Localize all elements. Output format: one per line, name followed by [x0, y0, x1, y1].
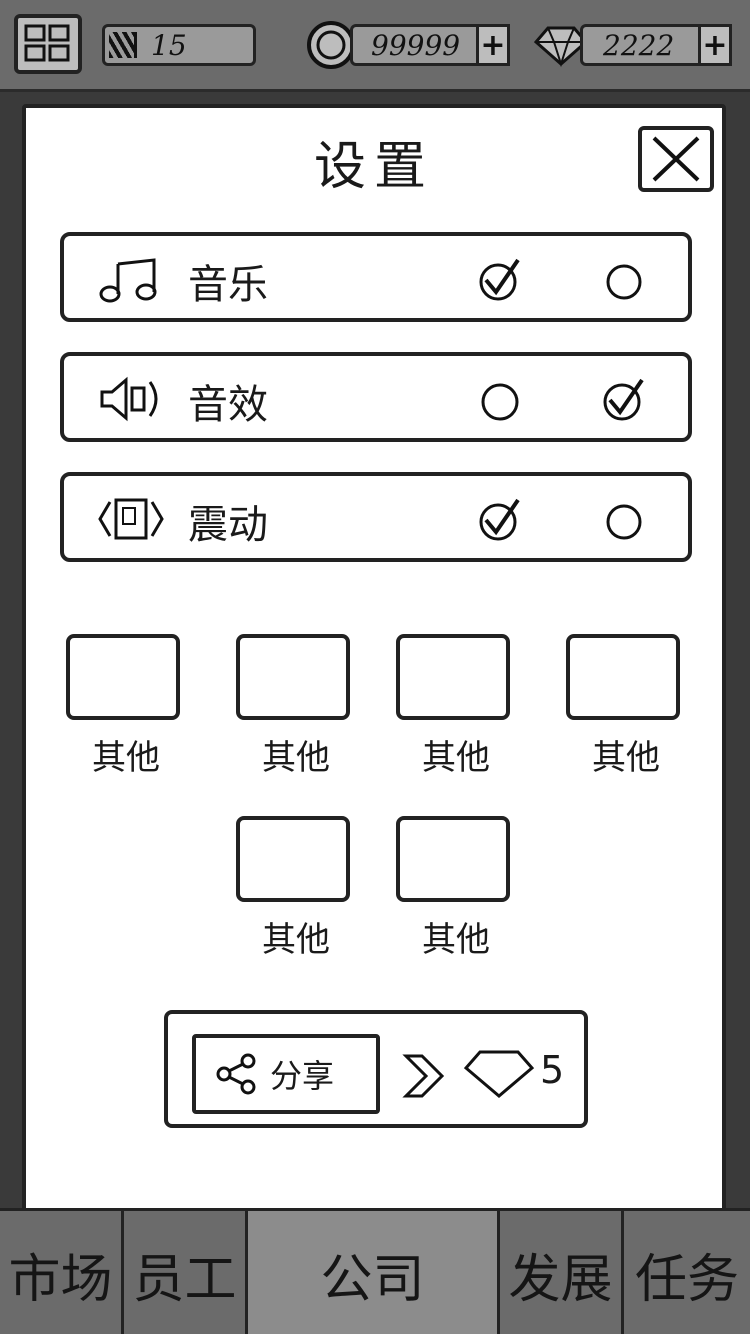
checked-radio-icon: [479, 498, 520, 541]
tab-development[interactable]: 发展: [500, 1211, 624, 1334]
other-item-label: 其他: [422, 738, 490, 778]
reward-value: 5: [540, 1048, 565, 1092]
other-item[interactable]: 其他: [396, 634, 516, 778]
sound-on-radio[interactable]: [476, 376, 524, 424]
other-item-box[interactable]: [566, 634, 680, 720]
setting-row-sound: 音效: [60, 352, 692, 442]
other-item-box[interactable]: [236, 634, 350, 720]
other-item-label: 其他: [592, 738, 660, 778]
level-bar-icon: [109, 32, 137, 58]
close-button[interactable]: [638, 126, 714, 192]
setting-row-vibrate: 震动: [60, 472, 692, 562]
add-coins-button[interactable]: +: [476, 24, 510, 66]
unchecked-radio-icon: [606, 264, 642, 300]
sound-off-radio[interactable]: [600, 376, 648, 424]
setting-label: 音乐: [188, 262, 268, 308]
share-button[interactable]: 分享: [192, 1034, 380, 1114]
music-on-radio[interactable]: [476, 256, 524, 304]
coins-value: 99999: [371, 28, 461, 62]
tab-staff[interactable]: 员工: [124, 1211, 248, 1334]
tab-label: 公司: [320, 1249, 425, 1310]
add-gems-button[interactable]: +: [698, 24, 732, 66]
top-status-bar: 15 99999 + 2222 +: [0, 0, 750, 92]
tab-company[interactable]: 公司: [248, 1211, 500, 1334]
setting-label: 震动: [188, 502, 268, 548]
level-indicator: 15: [102, 24, 256, 66]
diamond-icon: [463, 1050, 535, 1098]
tab-label: 员工: [132, 1249, 237, 1310]
tab-market[interactable]: 市场: [0, 1211, 124, 1334]
other-item-label: 其他: [92, 738, 160, 778]
other-item-box[interactable]: [236, 816, 350, 902]
vibrate-off-radio[interactable]: [600, 496, 648, 544]
share-label: 分享: [270, 1057, 335, 1095]
other-item-label: 其他: [262, 920, 330, 960]
level-value: 15: [151, 28, 187, 62]
other-item[interactable]: 其他: [236, 816, 356, 960]
share-reward-panel: 分享 5: [164, 1010, 588, 1128]
music-icon: [99, 258, 157, 303]
coins-counter: 99999 +: [350, 24, 510, 66]
tab-label: 市场: [8, 1249, 113, 1310]
other-item[interactable]: 其他: [236, 634, 356, 778]
other-item-label: 其他: [262, 738, 330, 778]
speaker-icon: [100, 376, 158, 422]
other-item-box[interactable]: [396, 816, 510, 902]
other-item[interactable]: 其他: [396, 816, 516, 960]
vibrate-icon: [98, 498, 164, 540]
menu-grid-button[interactable]: [14, 14, 82, 74]
plus-icon: +: [480, 27, 506, 63]
gems-value: 2222: [603, 28, 675, 62]
tab-tasks[interactable]: 任务: [624, 1211, 750, 1334]
checked-radio-icon: [603, 378, 644, 421]
setting-label: 音效: [188, 382, 268, 428]
gems-counter: 2222 +: [580, 24, 732, 66]
chevron-right-icon: [402, 1054, 445, 1098]
other-item-label: 其他: [422, 920, 490, 960]
other-item-box[interactable]: [396, 634, 510, 720]
unchecked-radio-icon: [606, 504, 642, 540]
checked-radio-icon: [479, 258, 520, 301]
dialog-title: 设置: [313, 137, 434, 197]
unchecked-radio-icon: [481, 383, 519, 421]
tab-label: 发展: [508, 1249, 613, 1310]
plus-icon: +: [702, 27, 728, 63]
close-icon: [652, 136, 700, 182]
other-item-box[interactable]: [66, 634, 180, 720]
bottom-navigation: 市场 员工 公司 发展 任务: [0, 1208, 750, 1334]
setting-row-music: 音乐: [60, 232, 692, 322]
other-item[interactable]: 其他: [66, 634, 186, 778]
settings-dialog: 设置 音乐 音效 震动 其他 其他 其他 其他 其他 其他 分享 5: [22, 104, 726, 1222]
share-icon: [216, 1053, 256, 1095]
other-item[interactable]: 其他: [566, 634, 686, 778]
tab-label: 任务: [634, 1249, 739, 1310]
grid-icon: [24, 24, 70, 62]
vibrate-on-radio[interactable]: [476, 496, 524, 544]
music-off-radio[interactable]: [600, 256, 648, 304]
